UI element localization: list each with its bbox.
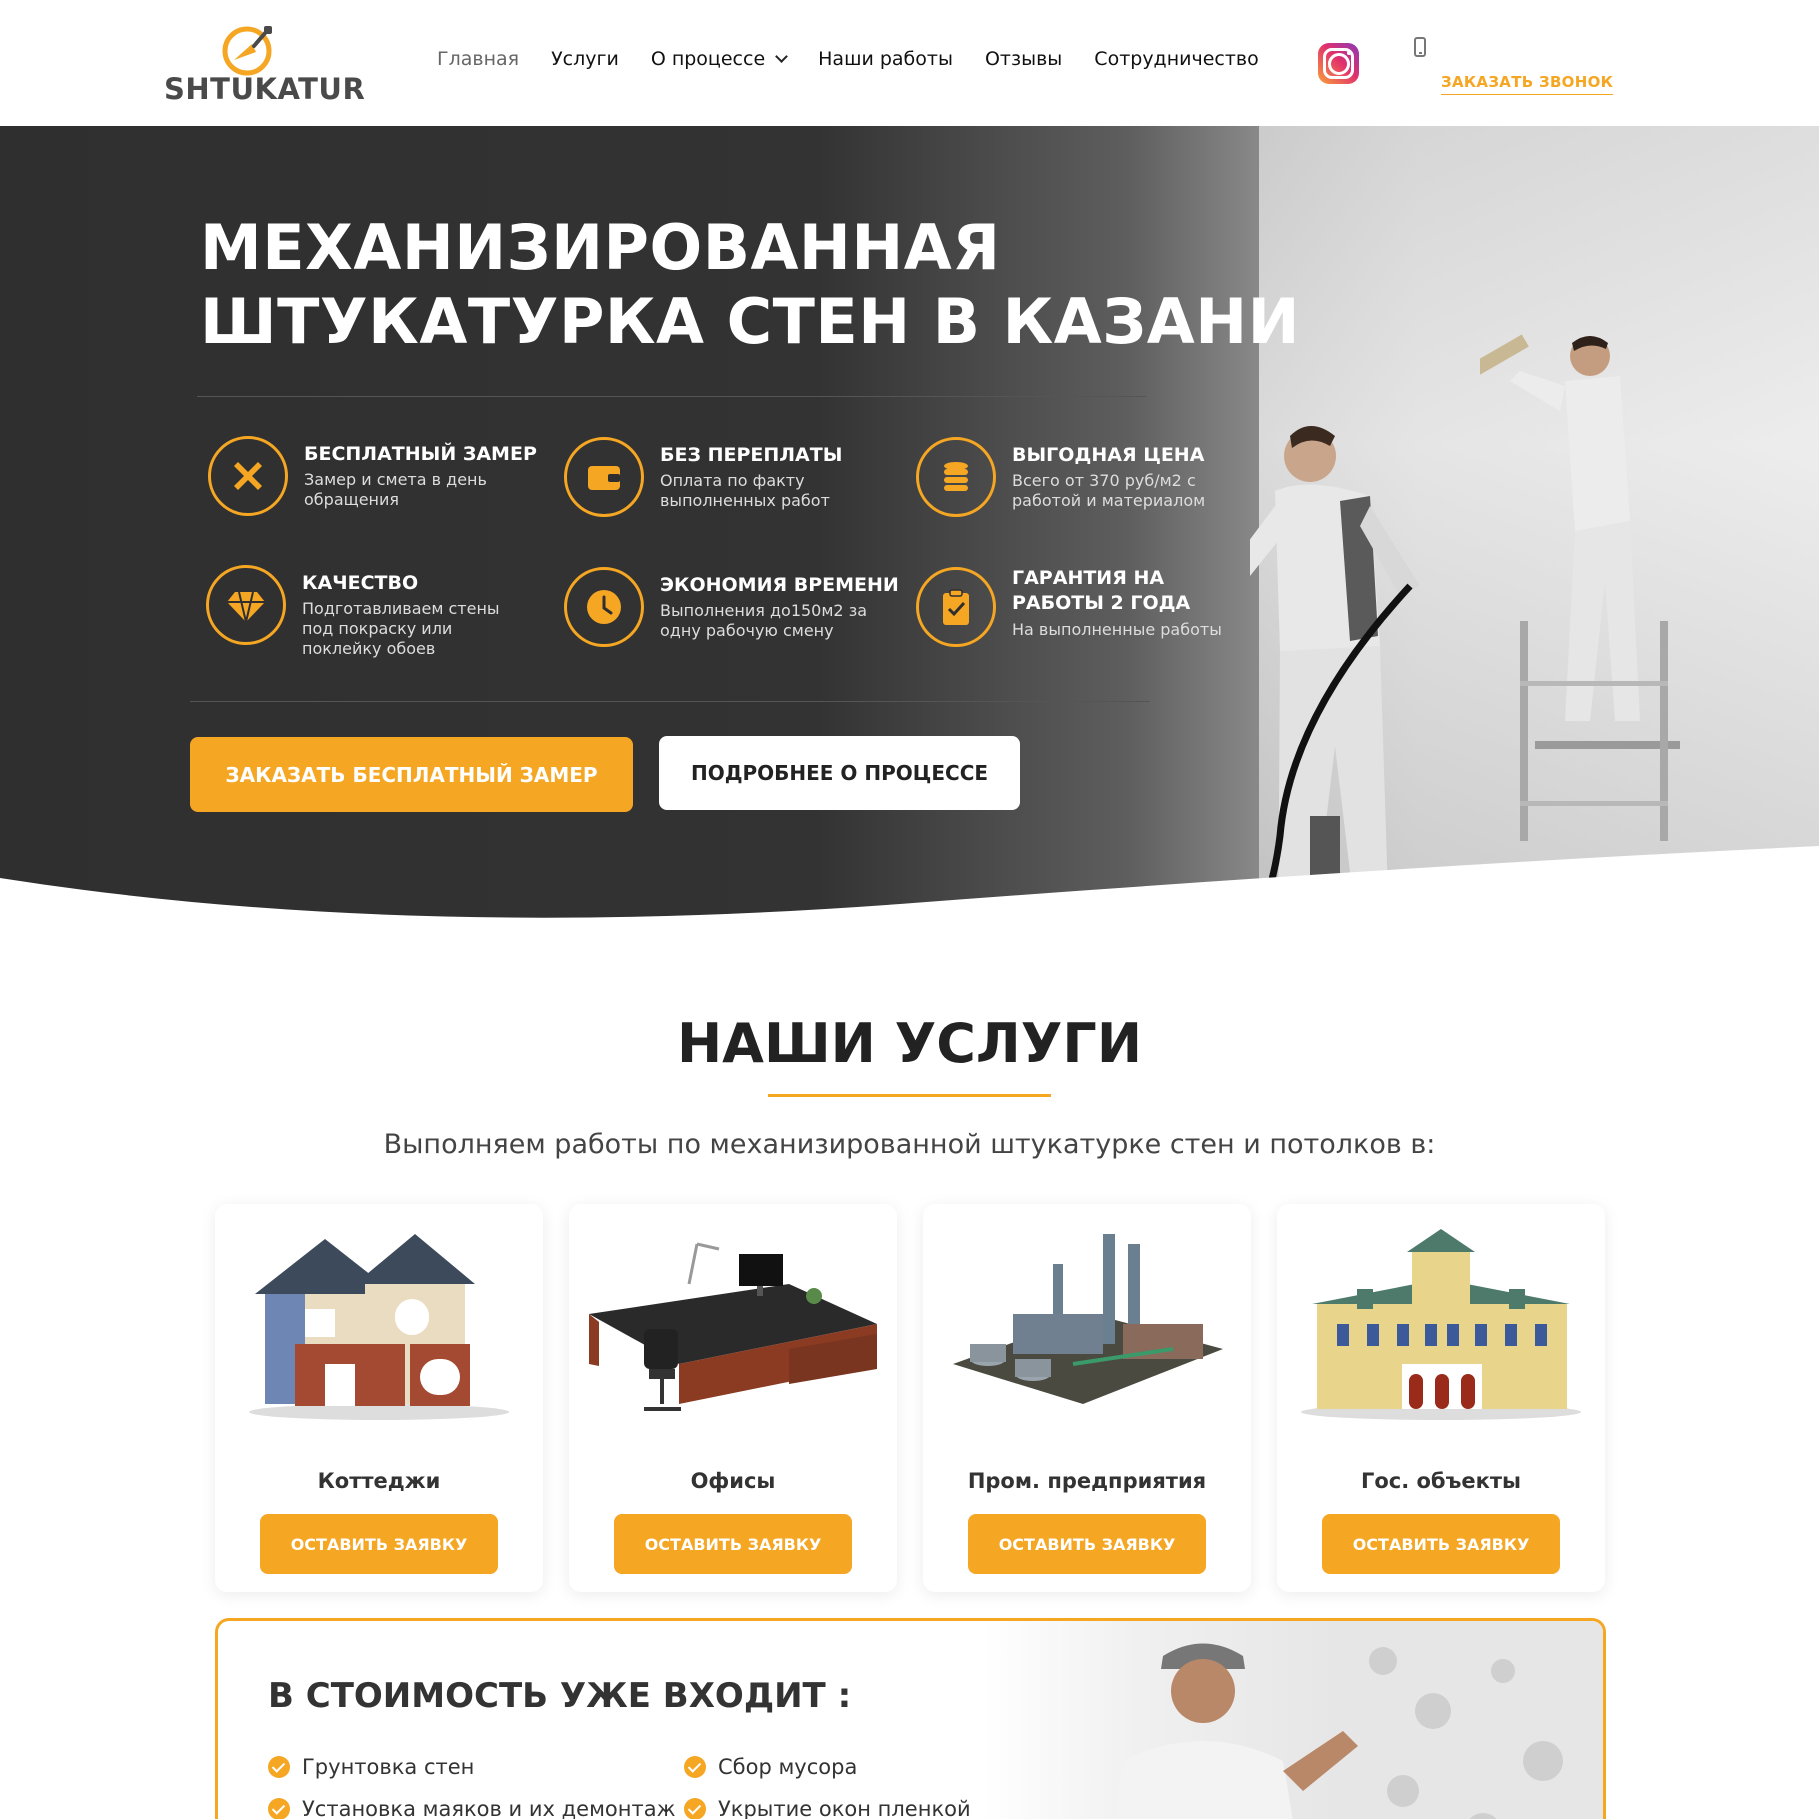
included-item-label: Укрытие окон пленкой	[718, 1797, 971, 1819]
feature-title: КАЧЕСТВО	[302, 572, 419, 594]
price-includes-box: В СТОИМОСТЬ УЖЕ ВХОДИТ : Грунтовка стен …	[215, 1618, 1606, 1819]
hero-divider-bottom	[190, 701, 1150, 702]
included-item: Сбор мусора	[684, 1755, 857, 1779]
clipboard-check-icon	[916, 567, 996, 647]
feature-title: БЕЗ ПЕРЕПЛАТЫ	[660, 444, 843, 466]
feature-desc: Выполнения до150м2 за одну рабочую смену	[660, 601, 867, 641]
hero-section: МЕХАНИЗИРОВАННАЯ ШТУКАТУРКА СТЕН В КАЗАН…	[0, 126, 1819, 926]
logo-text: SHTUKATUR	[164, 72, 366, 106]
feature-desc-line: поклейку обоев	[302, 639, 436, 658]
check-circle-icon	[684, 1756, 706, 1778]
services-title: НАШИ УСЛУГИ	[676, 1012, 1143, 1075]
check-circle-icon	[268, 1756, 290, 1778]
feature-desc-line: Выполнения до150м2 за	[660, 601, 867, 620]
nav-item-home[interactable]: Главная	[437, 48, 519, 70]
feature-desc-line: под покраску или	[302, 619, 453, 638]
check-circle-icon	[684, 1798, 706, 1819]
included-item-label: Грунтовка стен	[302, 1755, 475, 1779]
wallet-icon	[564, 437, 644, 517]
included-item: Укрытие окон пленкой	[684, 1797, 971, 1819]
chevron-down-icon	[775, 50, 789, 63]
feature-desc-line: Всего от 370 руб/м2 с	[1012, 471, 1196, 490]
service-card-government: Гос. объекты ОСТАВИТЬ ЗАЯВКУ	[1277, 1204, 1605, 1592]
trowel-logo-icon	[222, 26, 272, 76]
feature-quality: КАЧЕСТВО Подготавливаем стены под покрас…	[206, 565, 526, 658]
service-card-name: Пром. предприятия	[967, 1469, 1207, 1493]
nav-item-reviews[interactable]: Отзывы	[985, 48, 1062, 70]
office-image	[589, 1242, 877, 1411]
included-item-label: Установка маяков и их демонтаж	[302, 1797, 676, 1819]
feature-desc-line: Подготавливаем стены	[302, 599, 500, 618]
hero-wave-divider	[0, 846, 1819, 926]
hero-divider-top	[197, 396, 1146, 397]
feature-guarantee: ГАРАНТИЯ НА РАБОТЫ 2 ГОДА На выполненные…	[916, 567, 1236, 657]
nav-item-works[interactable]: Наши работы	[818, 48, 953, 70]
feature-desc: Подготавливаем стены под покраску или по…	[302, 599, 500, 659]
diamond-icon	[206, 565, 286, 645]
feature-desc: Замер и смета в день обращения	[304, 470, 487, 510]
service-card-name: Коттеджи	[317, 1469, 441, 1493]
order-call-link[interactable]: ЗАКАЗАТЬ ЗВОНОК	[1441, 73, 1614, 95]
service-card-name: Офисы	[690, 1469, 776, 1493]
clock-icon	[564, 567, 644, 647]
leave-request-button[interactable]: ОСТАВИТЬ ЗАЯВКУ	[614, 1514, 852, 1574]
phone-icon	[1414, 37, 1426, 57]
service-card-offices: Офисы ОСТАВИТЬ ЗАЯВКУ	[569, 1204, 897, 1592]
feature-no-overpay: БЕЗ ПЕРЕПЛАТЫ Оплата по факту выполненны…	[564, 437, 884, 527]
leave-request-button[interactable]: ОСТАВИТЬ ЗАЯВКУ	[968, 1514, 1206, 1574]
factory-image	[953, 1234, 1223, 1404]
feature-title: ЭКОНОМИЯ ВРЕМЕНИ	[660, 574, 899, 596]
nav-item-process[interactable]: О процессе	[650, 48, 789, 70]
hero-title: МЕХАНИЗИРОВАННАЯ ШТУКАТУРКА СТЕН В КАЗАН…	[200, 211, 1300, 359]
feature-desc-line: выполненных работ	[660, 491, 830, 510]
included-item: Грунтовка стен	[268, 1755, 474, 1779]
logo[interactable]: SHTUKATUR	[160, 22, 365, 107]
services-subtitle: Выполняем работы по механизированной шту…	[383, 1129, 1436, 1160]
feature-desc-line: На выполненные работы	[1012, 620, 1222, 639]
feature-title-line: ГАРАНТИЯ НА	[1012, 567, 1165, 589]
included-item-label: Сбор мусора	[718, 1755, 858, 1779]
worker-plastering-photo	[983, 1621, 1603, 1819]
main-nav: Главная Услуги О процессе Наши работы От…	[437, 48, 1291, 70]
feature-title: ГАРАНТИЯ НА РАБОТЫ 2 ГОДА	[1012, 566, 1190, 616]
site-header: SHTUKATUR Главная Услуги О процессе Наши…	[0, 0, 1819, 126]
price-includes-title: В СТОИМОСТЬ УЖЕ ВХОДИТ :	[268, 1676, 852, 1716]
feature-desc: Оплата по факту выполненных работ	[660, 471, 830, 511]
feature-desc-line: Замер и смета в день	[304, 470, 487, 489]
included-item: Установка маяков и их демонтаж	[268, 1797, 676, 1819]
feature-time-saving: ЭКОНОМИЯ ВРЕМЕНИ Выполнения до150м2 за о…	[564, 567, 899, 657]
feature-desc-line: Оплата по факту	[660, 471, 805, 490]
instagram-icon[interactable]	[1318, 43, 1359, 84]
feature-free-measure: БЕСПЛАТНЫЙ ЗАМЕР Замер и смета в день об…	[208, 436, 537, 526]
leave-request-button[interactable]: ОСТАВИТЬ ЗАЯВКУ	[260, 1514, 498, 1574]
services-title-underline	[768, 1094, 1051, 1097]
hero-title-line1: МЕХАНИЗИРОВАННАЯ	[200, 211, 1001, 284]
order-free-measure-button[interactable]: ЗАКАЗАТЬ БЕСПЛАТНЫЙ ЗАМЕР	[190, 737, 633, 812]
check-circle-icon	[268, 1798, 290, 1819]
ruler-pencil-icon	[208, 436, 288, 516]
feature-title-line: РАБОТЫ 2 ГОДА	[1012, 592, 1191, 614]
government-building-image	[1301, 1229, 1581, 1420]
feature-desc-line: обращения	[304, 490, 400, 509]
feature-title: ВЫГОДНАЯ ЦЕНА	[1012, 444, 1205, 466]
cottage-image	[249, 1234, 509, 1420]
service-card-industrial: Пром. предприятия ОСТАВИТЬ ЗАЯВКУ	[923, 1204, 1251, 1592]
feature-desc: Всего от 370 руб/м2 с работой и материал…	[1012, 471, 1205, 511]
leave-request-button[interactable]: ОСТАВИТЬ ЗАЯВКУ	[1322, 1514, 1560, 1574]
nav-item-process-label: О процессе	[650, 48, 766, 70]
feature-title: БЕСПЛАТНЫЙ ЗАМЕР	[304, 443, 537, 465]
nav-item-cooperation[interactable]: Сотрудничество	[1094, 48, 1258, 70]
plasterer-on-scaffold-image	[1480, 334, 1680, 841]
service-card-cottages: Коттеджи ОСТАВИТЬ ЗАЯВКУ	[215, 1204, 543, 1592]
service-card-name: Гос. объекты	[1360, 1469, 1522, 1493]
feature-desc-line: работой и материалом	[1012, 491, 1206, 510]
coins-icon	[916, 437, 996, 517]
feature-good-price: ВЫГОДНАЯ ЦЕНА Всего от 370 руб/м2 с рабо…	[916, 437, 1236, 527]
nav-item-services[interactable]: Услуги	[551, 48, 619, 70]
feature-desc: На выполненные работы	[1012, 620, 1222, 640]
process-details-button[interactable]: ПОДРОБНЕЕ О ПРОЦЕССЕ	[659, 736, 1020, 810]
hero-title-line2: ШТУКАТУРКА СТЕН В КАЗАНИ	[200, 285, 1301, 358]
feature-desc-line: одну рабочую смену	[660, 621, 834, 640]
